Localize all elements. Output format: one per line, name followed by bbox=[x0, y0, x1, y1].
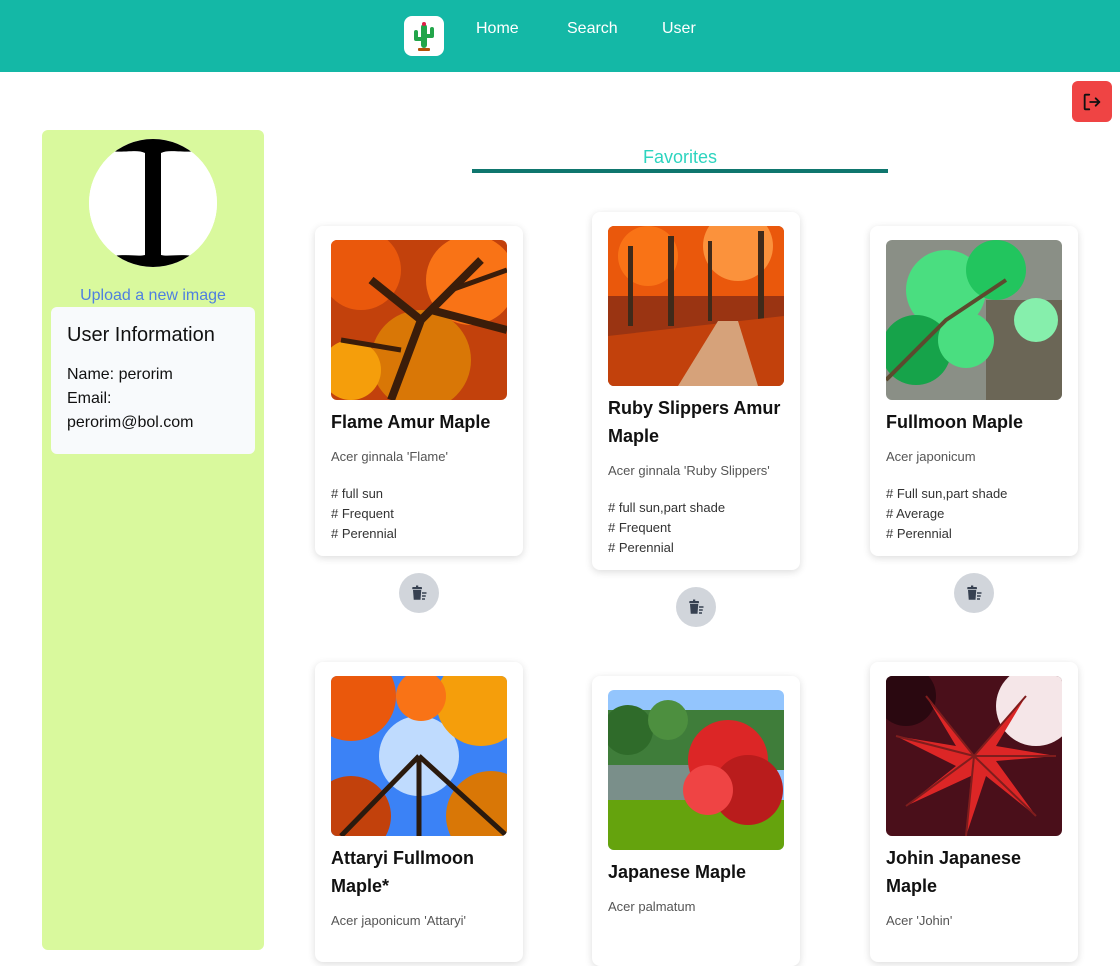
plant-image bbox=[331, 240, 507, 400]
plant-card[interactable]: Fullmoon Maple Acer japonicum # Full sun… bbox=[870, 226, 1078, 556]
plant-scientific-name: Acer ginnala 'Ruby Slippers' bbox=[608, 463, 770, 478]
delete-favorite-button[interactable] bbox=[676, 587, 716, 627]
plant-card[interactable]: Japanese Maple Acer palmatum bbox=[592, 676, 800, 966]
plant-card[interactable]: Flame Amur Maple Acer ginnala 'Flame' # … bbox=[315, 226, 523, 556]
tag-sunlight: # Full sun,part shade bbox=[886, 486, 1008, 501]
user-email-label: Email: bbox=[67, 390, 112, 407]
tag-sunlight: # full sun bbox=[331, 486, 384, 501]
favorites-title: Favorites bbox=[642, 147, 718, 167]
plant-image bbox=[608, 690, 784, 850]
plant-name: Fullmoon Maple bbox=[886, 412, 1023, 432]
tag-sunlight: # full sun,part shade bbox=[608, 500, 726, 515]
plant-scientific-name: Acer japonicum 'Attaryi' bbox=[331, 913, 467, 928]
user-info-card: User Information Name: perorim Email: pe… bbox=[51, 307, 255, 454]
tag-cycle: # Perennial bbox=[608, 540, 674, 555]
plant-image bbox=[608, 226, 784, 386]
avatar[interactable] bbox=[89, 139, 217, 267]
user-email-value: perorim@bol.com bbox=[67, 414, 194, 431]
plant-scientific-name: Acer japonicum bbox=[886, 449, 976, 464]
delete-favorite-button[interactable] bbox=[399, 573, 439, 613]
tag-watering: # Frequent bbox=[331, 506, 394, 521]
plant-image bbox=[331, 676, 507, 836]
tag-cycle: # Perennial bbox=[886, 526, 952, 541]
trash-icon bbox=[967, 585, 982, 600]
plant-card[interactable]: Johin Japanese Maple Acer 'Johin' bbox=[870, 662, 1078, 962]
logout-button[interactable] bbox=[1072, 81, 1112, 122]
plant-card[interactable]: Attaryi Fullmoon Maple* Acer japonicum '… bbox=[315, 662, 523, 962]
plant-scientific-name: Acer palmatum bbox=[608, 899, 696, 914]
user-name: Name: perorim bbox=[67, 366, 173, 383]
trash-icon bbox=[689, 599, 704, 614]
plant-name: Ruby Slippers Amur Maple bbox=[608, 398, 781, 446]
plant-tags: # Full sun,part shade # Average # Perenn… bbox=[886, 484, 1062, 544]
favorites-underline bbox=[472, 169, 888, 173]
plant-scientific-name: Acer 'Johin' bbox=[886, 913, 953, 928]
nav-link-home[interactable]: Home bbox=[476, 19, 519, 39]
plant-tags: # full sun # Frequent # Perennial bbox=[331, 484, 507, 544]
nav-link-user[interactable]: User bbox=[662, 19, 696, 39]
upload-image-link[interactable]: Upload a new image bbox=[42, 286, 264, 306]
top-navbar: Home Search User bbox=[0, 0, 1120, 72]
logout-icon bbox=[1083, 93, 1101, 110]
plant-scientific-name: Acer ginnala 'Flame' bbox=[331, 449, 448, 464]
delete-favorite-button[interactable] bbox=[954, 573, 994, 613]
tag-watering: # Frequent bbox=[608, 520, 671, 535]
plant-tags: # full sun,part shade # Frequent # Peren… bbox=[608, 498, 784, 558]
plant-name: Attaryi Fullmoon Maple* bbox=[331, 848, 474, 896]
plant-image bbox=[886, 240, 1062, 400]
plant-card[interactable]: Ruby Slippers Amur Maple Acer ginnala 'R… bbox=[592, 212, 800, 570]
tag-cycle: # Perennial bbox=[331, 526, 397, 541]
user-info-title: User Information bbox=[67, 324, 215, 346]
cactus-logo-icon[interactable] bbox=[404, 16, 444, 56]
plant-image bbox=[886, 676, 1062, 836]
nav-link-search[interactable]: Search bbox=[567, 19, 618, 39]
plant-name: Johin Japanese Maple bbox=[886, 848, 1022, 896]
plant-name: Japanese Maple bbox=[608, 862, 747, 882]
tag-watering: # Average bbox=[886, 506, 945, 521]
plant-name: Flame Amur Maple bbox=[331, 412, 491, 432]
trash-icon bbox=[412, 585, 427, 600]
profile-sidebar: Upload a new image User Information Name… bbox=[42, 130, 264, 950]
